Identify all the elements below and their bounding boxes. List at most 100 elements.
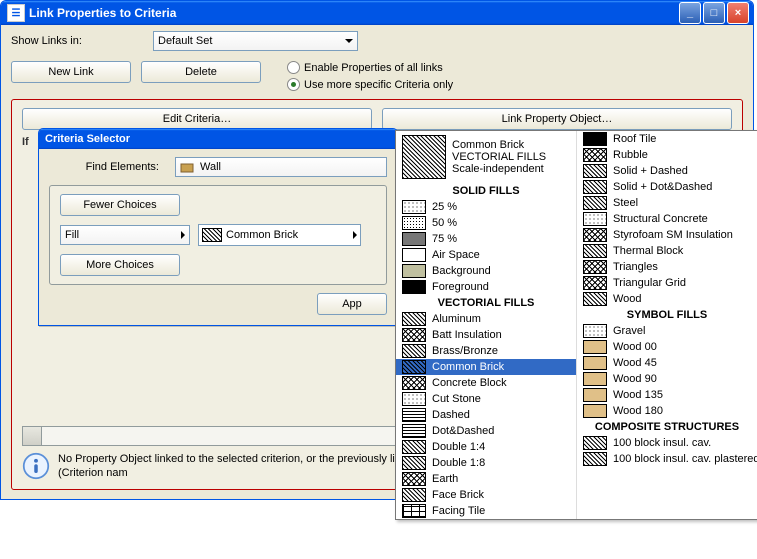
if-label: If xyxy=(22,136,29,148)
fill-category-heading: SYMBOL FILLS xyxy=(577,307,757,323)
fill-picker-flyout: Common Brick VECTORIAL FILLS Scale-indep… xyxy=(395,130,757,520)
fill-option-label: 25 % xyxy=(432,201,457,213)
fill-option[interactable]: Solid + Dot&Dashed xyxy=(577,179,757,195)
fill-option[interactable]: Gravel xyxy=(577,323,757,339)
fill-swatch-icon xyxy=(583,292,607,306)
more-choices-button[interactable]: More Choices xyxy=(60,254,180,276)
titlebar[interactable]: ☰ Link Properties to Criteria _ □ × xyxy=(1,1,753,25)
edit-criteria-button[interactable]: Edit Criteria… xyxy=(22,108,372,130)
fill-option[interactable]: Dot&Dashed xyxy=(396,423,576,439)
find-elements-label: Find Elements: xyxy=(49,161,163,173)
fill-option[interactable]: Styrofoam SM Insulation xyxy=(577,227,757,243)
fill-category-heading: SOLID FILLS xyxy=(396,183,576,199)
delete-button[interactable]: Delete xyxy=(141,61,261,83)
fill-swatch-icon xyxy=(402,488,426,502)
fill-swatch-icon xyxy=(402,408,426,422)
fill-option[interactable]: Wood xyxy=(577,291,757,307)
criteria-titlebar[interactable]: Criteria Selector xyxy=(39,129,397,149)
fill-option[interactable]: Face Brick xyxy=(396,487,576,503)
fill-option[interactable]: Wood 00 xyxy=(577,339,757,355)
fill-option-label: Cut Stone xyxy=(432,393,481,405)
radio-all-links[interactable]: Enable Properties of all links xyxy=(287,61,453,74)
fill-option[interactable]: Facing Tile xyxy=(396,503,576,519)
fill-option[interactable]: Dashed xyxy=(396,407,576,423)
show-links-in-select[interactable]: Default Set xyxy=(153,31,358,51)
fill-option[interactable]: Triangular Grid xyxy=(577,275,757,291)
scroll-left-button[interactable] xyxy=(23,427,42,445)
fill-option[interactable]: Cut Stone xyxy=(396,391,576,407)
fill-option-label: Wood 180 xyxy=(613,405,663,417)
fill-option-label: 75 % xyxy=(432,233,457,245)
fill-option[interactable]: Concrete Block xyxy=(396,375,576,391)
chevron-right-icon xyxy=(181,231,185,239)
fill-option[interactable]: Air Space xyxy=(396,247,576,263)
fill-option[interactable]: Structural Concrete xyxy=(577,211,757,227)
apply-button[interactable]: App xyxy=(317,293,387,315)
link-property-object-button[interactable]: Link Property Object… xyxy=(382,108,732,130)
fill-swatch-icon xyxy=(583,276,607,290)
fill-option[interactable]: 50 % xyxy=(396,215,576,231)
fill-option[interactable]: Aluminum xyxy=(396,311,576,327)
fill-swatch-icon xyxy=(402,344,426,358)
window-title: Link Properties to Criteria xyxy=(29,6,176,20)
fill-swatch-icon xyxy=(402,360,426,374)
fewer-choices-button[interactable]: Fewer Choices xyxy=(60,194,180,216)
fill-option-label: Background xyxy=(432,265,491,277)
find-elements-select[interactable]: Wall xyxy=(175,157,387,177)
filter-property-select[interactable]: Fill xyxy=(60,225,190,245)
fill-option[interactable]: Solid + Dashed xyxy=(577,163,757,179)
fill-option[interactable]: Foreground xyxy=(396,279,576,295)
fill-option-label: Roof Tile xyxy=(613,133,656,145)
fill-option[interactable]: Wood 90 xyxy=(577,371,757,387)
fill-pattern-icon xyxy=(202,228,222,242)
fill-swatch-icon xyxy=(402,280,426,294)
fill-swatch-icon xyxy=(402,440,426,454)
fill-swatch-icon xyxy=(583,148,607,162)
maximize-button[interactable]: □ xyxy=(703,2,725,24)
fill-option[interactable]: Batt Insulation xyxy=(396,327,576,343)
radio-specific-criteria[interactable]: Use more specific Criteria only xyxy=(287,78,453,91)
fill-option-label: Common Brick xyxy=(432,361,504,373)
fill-option[interactable]: Double 1:8 xyxy=(396,455,576,471)
fill-option-label: 100 block insul. cav. plastered xyxy=(613,453,757,465)
fill-option[interactable]: Wood 45 xyxy=(577,355,757,371)
minimize-button[interactable]: _ xyxy=(679,2,701,24)
fill-option[interactable]: Roof Tile xyxy=(577,131,757,147)
fill-option[interactable]: Earth xyxy=(396,471,576,487)
fill-swatch-icon xyxy=(402,328,426,342)
fill-option[interactable]: Rubble xyxy=(577,147,757,163)
fill-option[interactable]: 75 % xyxy=(396,231,576,247)
fill-category-heading: COMPOSITE STRUCTURES xyxy=(577,419,757,435)
fill-option-label: Structural Concrete xyxy=(613,213,708,225)
fill-swatch-icon xyxy=(402,376,426,390)
fill-option-label: Facing Tile xyxy=(432,505,485,517)
fill-option[interactable]: 25 % xyxy=(396,199,576,215)
fill-option[interactable]: Common Brick xyxy=(396,359,576,375)
fill-option[interactable]: Wood 135 xyxy=(577,387,757,403)
close-button[interactable]: × xyxy=(727,2,749,24)
fill-option-label: Steel xyxy=(613,197,638,209)
fill-swatch-icon xyxy=(583,132,607,146)
show-links-in-label: Show Links in: xyxy=(11,35,141,47)
fill-option-label: Wood xyxy=(613,293,642,305)
fill-option[interactable]: Wood 180 xyxy=(577,403,757,419)
fill-option-label: Batt Insulation xyxy=(432,329,502,341)
fill-option-label: Gravel xyxy=(613,325,645,337)
fill-preview-category: VECTORIAL FILLS xyxy=(452,151,546,163)
fill-option[interactable]: Thermal Block xyxy=(577,243,757,259)
fill-option[interactable]: Double 1:4 xyxy=(396,439,576,455)
fill-option-label: Face Brick xyxy=(432,489,484,501)
fill-preview-name: Common Brick xyxy=(452,139,546,151)
fill-swatch-icon xyxy=(402,472,426,486)
fill-option[interactable]: Background xyxy=(396,263,576,279)
new-link-button[interactable]: New Link xyxy=(11,61,131,83)
fill-swatch-icon xyxy=(402,456,426,470)
filter-value-select[interactable]: Common Brick xyxy=(198,224,361,246)
fill-option[interactable]: 100 block insul. cav. xyxy=(577,435,757,451)
find-elements-value: Wall xyxy=(200,161,221,173)
fill-option[interactable]: Triangles xyxy=(577,259,757,275)
fill-option[interactable]: Steel xyxy=(577,195,757,211)
fill-option[interactable]: 100 block insul. cav. plastered xyxy=(577,451,757,467)
fill-option-label: Thermal Block xyxy=(613,245,683,257)
fill-option[interactable]: Brass/Bronze xyxy=(396,343,576,359)
